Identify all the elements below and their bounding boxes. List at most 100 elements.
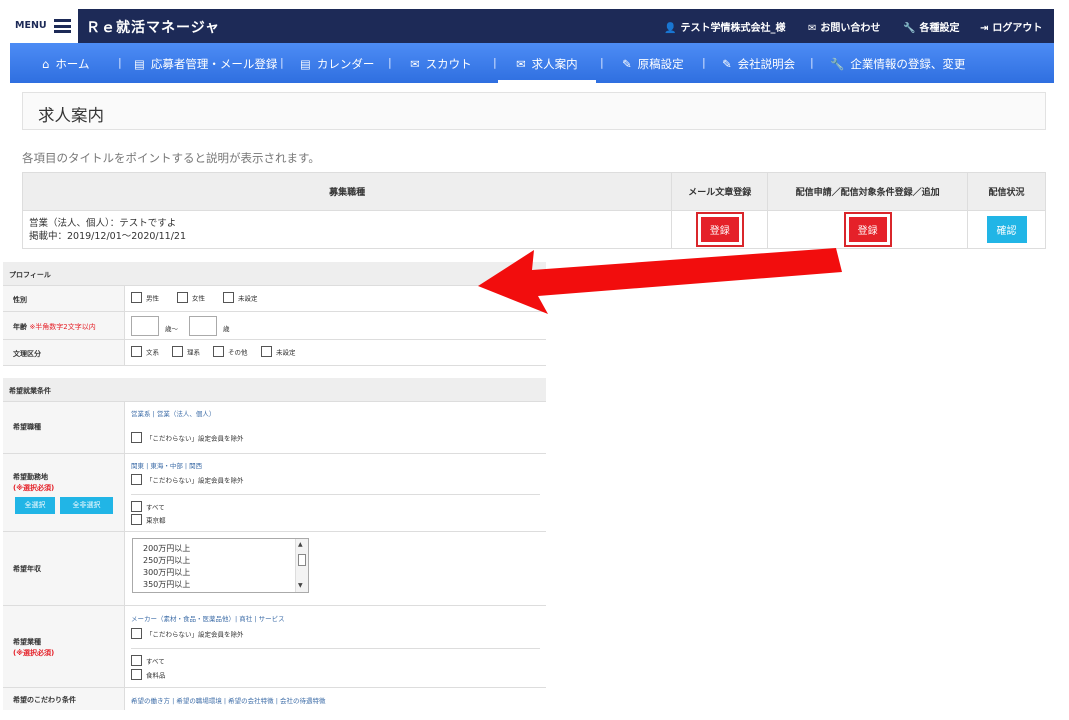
preference-label: 希望のこだわり条件 [13,696,76,704]
logout-link[interactable]: ⇥ ログアウト [980,19,1042,34]
job-type-exclude-checkbox[interactable]: 「こだわらない」設定会員を除外 [131,432,244,443]
nav-separator: | [810,56,814,69]
table-header-row: 募集職種 メール文章登録 配信申請／配信対象条件登録／追加 配信状況 [21,172,1046,211]
job-type-row: 希望職種 営業系 | 営業（法人、個人） 「こだわらない」設定会員を除外 [3,402,546,454]
major-science-checkbox[interactable]: 理系 [172,346,200,357]
age-note: ※半角数字2文字以内 [29,323,96,331]
scroll-up-icon[interactable]: ▲ [298,541,303,548]
list-icon: ▤ [134,57,145,71]
delivery-register-button[interactable]: 登録 [848,217,887,242]
preference-row: 希望のこだわり条件 希望の働き方 | 希望の職場環境 | 希望の会社特徴 | 会… [3,688,546,710]
col-header-mail: メール文章登録 [671,172,769,211]
nav-applicants[interactable]: ▤ 応募者管理・メール登録 [134,56,277,72]
location-exclude-checkbox[interactable]: 「こだわらない」設定会員を除外 [131,474,244,485]
list-item[interactable]: 350万円以上 [143,579,190,590]
checkbox-icon [131,514,142,525]
industry-links[interactable]: メーカー（素材・食品・医薬品他）| 商社 | サービス [131,613,285,623]
industry-label-cell: 希望業種 (※選択必須) [3,606,125,687]
industry-food-checkbox[interactable]: 食料品 [131,669,166,680]
job-type-label-cell: 希望職種 [3,402,125,453]
list-item[interactable]: 250万円以上 [143,555,190,566]
industry-label: 希望業種 [13,638,41,646]
major-options: 文系 理系 その他 未設定 [125,340,546,365]
profile-section-header: プロフィール [3,262,546,286]
list-item[interactable]: 200万円以上 [143,543,190,554]
job-type-links[interactable]: 営業系 | 営業（法人、個人） [131,408,215,418]
deselect-all-button[interactable]: 全非選択 [60,497,113,514]
nav-scout[interactable]: ✉ スカウト [410,56,472,72]
nav-separator: | [600,56,604,69]
major-unset-checkbox[interactable]: 未設定 [261,346,296,357]
major-label: 文理区分 [13,350,41,358]
gender-unset-checkbox[interactable]: 未設定 [223,292,258,303]
status-confirm-button[interactable]: 確認 [986,216,1027,243]
industry-all-checkbox[interactable]: すべて [131,655,165,666]
nav-calendar[interactable]: ▤ カレンダー [300,56,374,72]
age-to-input[interactable] [189,316,217,336]
major-label-cell: 文理区分 [3,340,125,365]
wrench-icon: 🔧 [903,23,916,34]
checkbox-icon [131,628,142,639]
location-links[interactable]: 関東 | 東海・中部 | 関西 [131,460,202,470]
jobs-table: 募集職種 メール文章登録 配信申請／配信対象条件登録／追加 配信状況 営業（法人… [21,172,1046,249]
location-label-cell: 希望勤務地 (※選択必須) 全選択 全非選択 [3,454,125,531]
age-to-suffix: 歳 [223,325,230,333]
nav-jobs[interactable]: ✉ 求人案内 [516,56,578,72]
checkbox-icon [131,501,142,512]
nav-separator: | [118,56,122,69]
hamburger-icon [54,19,71,33]
menu-button[interactable]: MENU [10,9,78,50]
col-header-status: 配信状況 [967,172,1046,211]
gender-male-checkbox[interactable]: 男性 [131,292,159,303]
wrench-icon: 🔧 [830,57,845,71]
nav-active-indicator [498,80,596,83]
menu-label: MENU [15,20,47,31]
nav-separator: | [388,56,392,69]
top-bar: MENU Ｒｅ就活マネージャ 👤 テスト学情株式会社_様 ✉ お問い合わせ 🔧 各種設… [10,9,1054,50]
settings-link[interactable]: 🔧 各種設定 [903,19,959,34]
checkbox-icon [131,346,142,357]
nav-home[interactable]: ⌂ ホーム [42,56,89,72]
calendar-icon: ▤ [300,57,311,71]
location-tokyo-checkbox[interactable]: 東京都 [131,514,166,525]
checkbox-icon [261,346,272,357]
mail-register-button[interactable]: 登録 [700,217,739,242]
industry-exclude-checkbox[interactable]: 「こだわらない」設定会員を除外 [131,628,244,639]
scroll-down-icon[interactable]: ▼ [298,582,303,589]
job-type-content: 営業系 | 営業（法人、個人） 「こだわらない」設定会員を除外 [125,402,546,453]
location-label: 希望勤務地 [13,473,48,481]
pencil-icon: ✎ [622,57,632,71]
preference-links[interactable]: 希望の働き方 | 希望の職場環境 | 希望の会社特徴 | 会社の待遇特徴 [131,695,325,705]
age-row: 年齢 ※半角数字2文字以内 歳～ 歳 [3,312,546,340]
nav-separator: | [493,56,497,69]
list-item[interactable]: 300万円以上 [143,567,190,578]
nav-manuscript[interactable]: ✎ 原稿設定 [622,56,684,72]
page-title: 求人案内 [38,106,104,125]
major-row: 文理区分 文系 理系 その他 未設定 [3,340,546,366]
user-icon: 👤 [664,23,677,34]
company-account[interactable]: 👤 テスト学情株式会社_様 [664,19,785,34]
industry-required-note: (※選択必須) [13,649,55,657]
nav-company-info[interactable]: 🔧 企業情報の登録、変更 [830,56,965,72]
checkbox-icon [131,669,142,680]
contact-link[interactable]: ✉ お問い合わせ [808,19,880,34]
envelope-icon: ✉ [808,23,817,34]
major-humanities-checkbox[interactable]: 文系 [131,346,159,357]
divider [131,494,540,495]
page-hint: 各項目のタイトルをポイントすると説明が表示されます。 [22,151,320,165]
checkbox-icon [172,346,183,357]
logout-icon: ⇥ [980,23,989,34]
salary-scrollbar[interactable]: ▲ ▼ [295,539,308,592]
salary-label-cell: 希望年収 [3,532,125,605]
nav-seminar[interactable]: ✎ 会社説明会 [722,56,795,72]
scroll-thumb[interactable] [298,554,306,566]
major-other-checkbox[interactable]: その他 [213,346,248,357]
select-all-button[interactable]: 全選択 [15,497,55,514]
gender-female-checkbox[interactable]: 女性 [177,292,205,303]
location-content: 関東 | 東海・中部 | 関西 「こだわらない」設定会員を除外 すべて 東京都 [125,454,546,531]
age-from-input[interactable] [131,316,159,336]
divider [131,648,540,649]
salary-listbox[interactable]: 200万円以上 250万円以上 300万円以上 350万円以上 ▲ ▼ [132,538,309,593]
preference-label-cell: 希望のこだわり条件 [3,688,125,710]
location-all-checkbox[interactable]: すべて [131,501,165,512]
